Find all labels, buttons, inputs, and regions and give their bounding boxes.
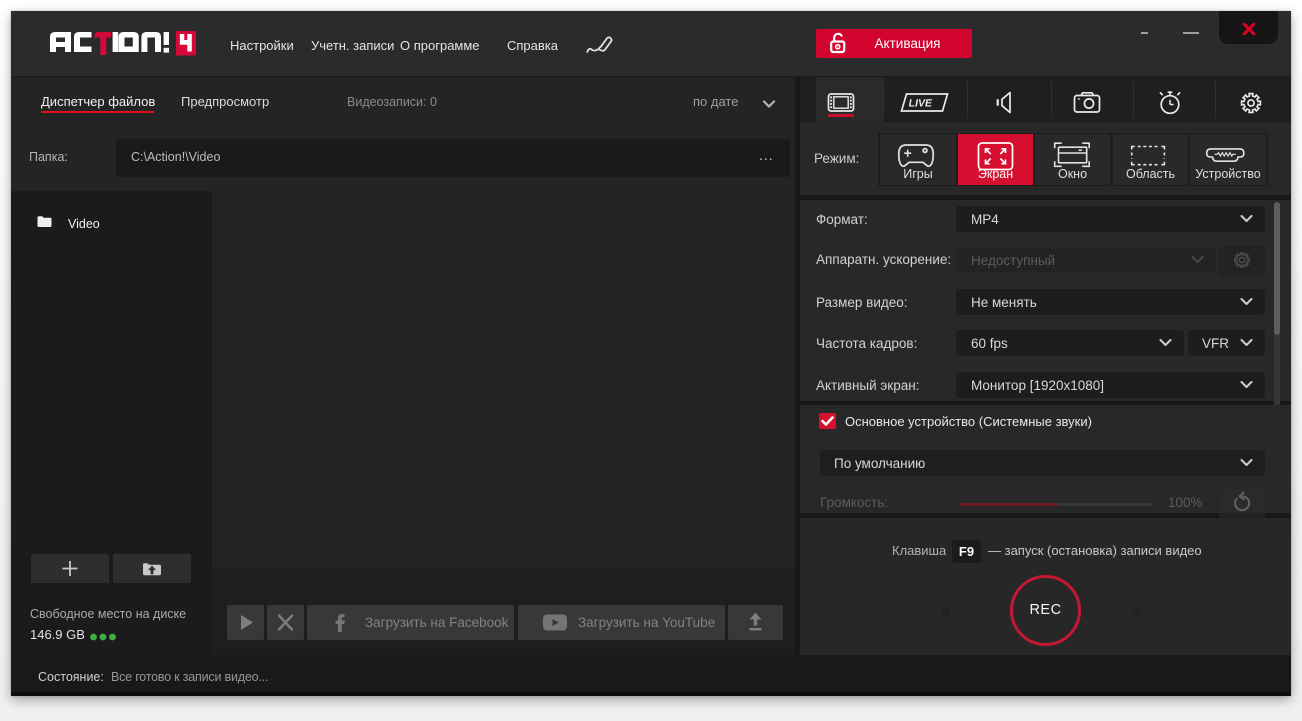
svg-text:LIVE: LIVE (908, 98, 933, 110)
